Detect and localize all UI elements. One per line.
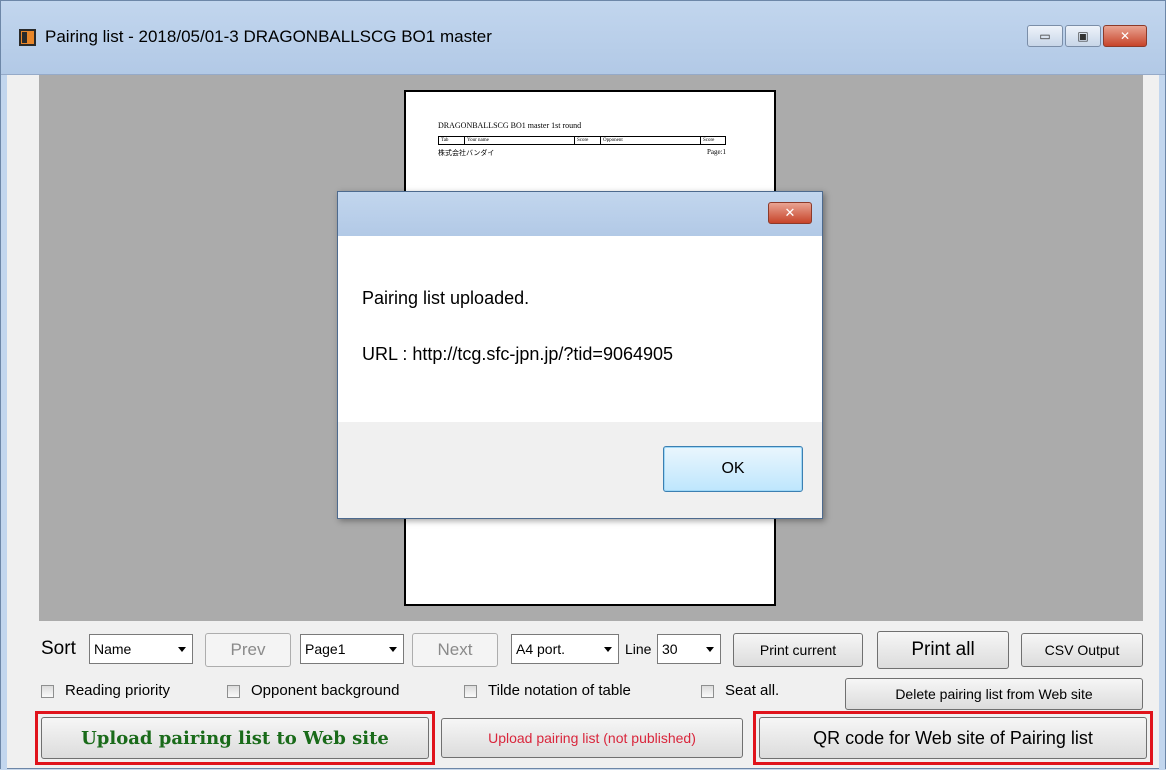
- line-count-value: 30: [662, 641, 678, 657]
- preview-col-score: Score: [575, 137, 601, 144]
- print-all-button[interactable]: Print all: [877, 631, 1009, 669]
- dialog-message: Pairing list uploaded.: [362, 288, 530, 308]
- minimize-button[interactable]: ▭: [1027, 25, 1063, 47]
- dialog-footer: OK: [338, 422, 822, 518]
- page-select-value: Page1: [305, 641, 346, 657]
- window-border-right: [1159, 75, 1165, 770]
- preview-col-tab: Tab: [439, 137, 465, 144]
- preview-col-score-2: Score: [703, 138, 715, 143]
- chevron-down-icon: [604, 647, 612, 652]
- opponent-background-label: Opponent background: [251, 682, 400, 699]
- seat-all-label: Seat all.: [725, 682, 780, 699]
- print-preview-area: DRAGONBALLSCG BO1 master 1st round Tab Y…: [39, 75, 1143, 621]
- page-select[interactable]: Page1: [300, 634, 404, 664]
- upload-complete-dialog: ✕ Pairing list uploaded. URL : http://tc…: [337, 191, 823, 519]
- qr-code-button[interactable]: QR code for Web site of Pairing list: [759, 717, 1147, 759]
- preview-col-your-name: Your name: [465, 137, 575, 144]
- close-button[interactable]: ✕: [1103, 25, 1147, 47]
- csv-output-button[interactable]: CSV Output: [1021, 633, 1143, 667]
- preview-page-title: DRAGONBALLSCG BO1 master 1st round: [438, 121, 582, 130]
- window-border-left: [1, 75, 7, 770]
- opponent-background-checkbox[interactable]: [227, 685, 240, 698]
- upload-unpublished-button[interactable]: Upload pairing list (not published): [441, 718, 743, 758]
- pairing-list-window: Pairing list - 2018/05/01-3 DRAGONBALLSC…: [0, 0, 1166, 770]
- preview-company: 株式会社バンダイ: [438, 149, 495, 157]
- preview-col-opponent: Opponent: [601, 137, 701, 144]
- paper-size-select[interactable]: A4 port.: [511, 634, 619, 664]
- window-title: Pairing list - 2018/05/01-3 DRAGONBALLSC…: [45, 27, 492, 46]
- paper-size-value: A4 port.: [516, 641, 566, 657]
- next-button[interactable]: Next: [412, 633, 498, 667]
- upload-to-web-button[interactable]: Upload pairing list to Web site: [41, 717, 429, 759]
- seat-all-checkbox[interactable]: [701, 685, 714, 698]
- chevron-down-icon: [706, 647, 714, 652]
- dialog-titlebar[interactable]: ✕: [338, 192, 822, 236]
- delete-from-web-button[interactable]: Delete pairing list from Web site: [845, 678, 1143, 710]
- tilde-notation-checkbox[interactable]: [464, 685, 477, 698]
- line-label: Line: [625, 641, 652, 657]
- sort-select[interactable]: Name: [89, 634, 193, 664]
- reading-priority-checkbox[interactable]: [41, 685, 54, 698]
- sort-label: Sort: [41, 638, 76, 659]
- line-count-select[interactable]: 30: [657, 634, 721, 664]
- maximize-button[interactable]: ▣: [1065, 25, 1101, 47]
- prev-button[interactable]: Prev: [205, 633, 291, 667]
- preview-table-header: Tab Your name Score Opponent Score: [438, 136, 726, 145]
- print-current-button[interactable]: Print current: [733, 633, 863, 667]
- chevron-down-icon: [389, 647, 397, 652]
- reading-priority-label: Reading priority: [65, 682, 171, 699]
- preview-page-number: Page:1: [706, 148, 726, 156]
- window-titlebar[interactable]: Pairing list - 2018/05/01-3 DRAGONBALLSC…: [1, 1, 1165, 75]
- window-controls: ▭ ▣ ✕: [1025, 25, 1147, 47]
- dialog-close-button[interactable]: ✕: [768, 202, 812, 224]
- dialog-url: URL : http://tcg.sfc-jpn.jp/?tid=9064905: [362, 344, 674, 364]
- sort-select-value: Name: [94, 641, 132, 657]
- app-icon: [19, 29, 36, 46]
- ok-button[interactable]: OK: [663, 446, 803, 492]
- tilde-notation-label: Tilde notation of table: [488, 682, 631, 699]
- chevron-down-icon: [178, 647, 186, 652]
